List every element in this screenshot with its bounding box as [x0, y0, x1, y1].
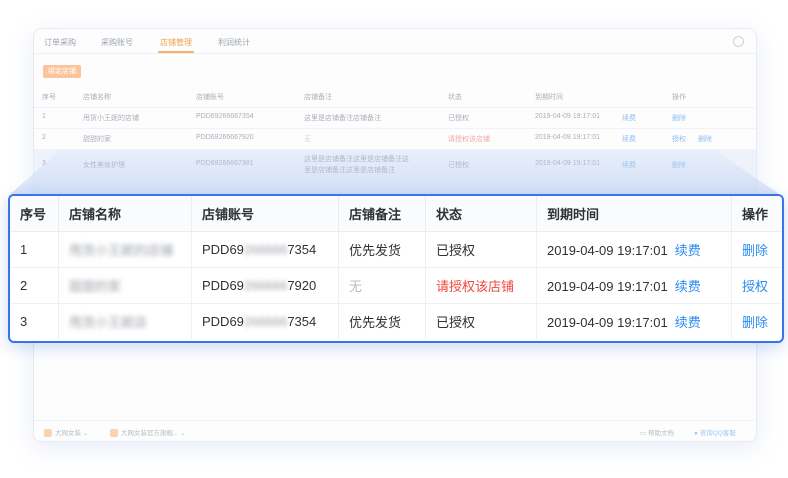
store-logo-icon: [110, 429, 118, 438]
row-no: 1: [42, 113, 46, 120]
active-tab-indicator: [158, 51, 194, 53]
gear-icon[interactable]: [733, 36, 744, 47]
delete-link[interactable]: 删除: [731, 231, 782, 268]
store-note: 优先发货: [338, 303, 426, 339]
row-no: 1: [10, 231, 59, 268]
col-header-status: 状态: [448, 94, 462, 101]
store-note-line2: 里是店铺备注这里是店铺备注: [304, 167, 395, 174]
authorize-link[interactable]: 授权: [672, 134, 686, 144]
col-header-action: 操作: [731, 196, 782, 232]
store-switcher-1[interactable]: 大网女装 ⌄: [44, 427, 88, 438]
status-text: 已授权: [448, 162, 469, 169]
store-account: PDD69266667920: [196, 134, 254, 141]
col-header-action: 操作: [672, 94, 686, 101]
delete-link[interactable]: 删除: [732, 304, 783, 340]
expire-time: 2019-04-09 19:17:01: [535, 160, 600, 167]
col-header-note: 店铺备注: [338, 196, 426, 232]
authorize-link[interactable]: 授权: [731, 267, 782, 304]
table-header-row: 序号 店铺名称 店铺账号 店铺备注 状态 到期时间 操作: [34, 87, 756, 108]
store-name: 女性美妆护理: [83, 162, 125, 169]
tab-order-purchase[interactable]: 订单采购: [44, 37, 76, 48]
table-row: 3 女性美妆护理 PDD69266667381 这里是店铺备注这里是店铺备注这 …: [34, 149, 756, 180]
store-account: PDD692666667354: [191, 303, 339, 339]
col-header-expire: 到期时间: [535, 94, 563, 101]
col-header-status: 状态: [425, 196, 537, 232]
tab-profit-stats[interactable]: 利润统计: [218, 37, 250, 48]
col-header-account: 店铺账号: [196, 94, 224, 101]
expire-time: 2019-04-09 19:17:01: [547, 243, 668, 258]
expire-time: 2019-04-09 19:17:01: [535, 134, 600, 141]
store-name: 甜甜的家: [58, 267, 192, 304]
table-row: 3 甩货小王妮店 PDD692666667354 优先发货 已授权 2019-0…: [10, 303, 783, 340]
expire-time: 2019-04-09 19:17:01: [535, 113, 600, 120]
store-account: PDD692666667354: [191, 231, 339, 268]
status-text: 已授权: [448, 115, 469, 122]
col-header-no: 序号: [42, 94, 56, 101]
expire-cell: 2019-04-09 19:17:01 续费: [536, 231, 732, 268]
status-text: 已授权: [425, 303, 537, 339]
expire-time: 2019-04-09 19:17:01: [547, 315, 668, 330]
store-note: 无: [338, 267, 426, 304]
col-header-no: 序号: [10, 196, 59, 232]
store-logo-icon: [44, 429, 52, 438]
store-note: 优先发货: [338, 231, 426, 268]
status-text[interactable]: 请授权该店铺: [448, 134, 490, 144]
table-row: 1 甩货小王妮的店铺 PDD692666667354 优先发货 已授权 2019…: [10, 231, 782, 268]
bottom-status-bar: 大网女装 ⌄ 大网女装官方旗舰... ⌄ ▭ 帮助文档 ● 咨询QQ客服: [34, 420, 756, 441]
delete-link[interactable]: 删除: [672, 113, 686, 123]
expire-cell: 2019-04-09 19:17:01 续费: [536, 267, 732, 304]
delete-link[interactable]: 删除: [672, 160, 686, 170]
store-note: 这里是店铺备注店铺备注: [304, 115, 381, 122]
renew-link[interactable]: 续费: [675, 279, 701, 294]
bind-store-button[interactable]: 绑定店铺: [43, 65, 81, 78]
row-no: 2: [10, 267, 59, 304]
store-name: 甜甜的家: [83, 136, 111, 143]
store-account: PDD69266667381: [196, 160, 254, 167]
authorize-store-link[interactable]: 请授权该店铺: [425, 267, 537, 304]
table-row: 2 甜甜的家 PDD69266667920 无 请授权该店铺 2019-04-0…: [34, 128, 756, 150]
renew-link[interactable]: 续费: [675, 315, 701, 330]
help-docs-link[interactable]: ▭ 帮助文档: [640, 427, 674, 437]
row-no: 3: [10, 303, 59, 339]
col-header-expire: 到期时间: [536, 196, 732, 232]
store-account: PDD69266667354: [196, 113, 254, 120]
store-note: 这里是店铺备注这里是店铺备注这: [304, 156, 409, 163]
renew-link[interactable]: 续费: [675, 243, 701, 258]
table-header-row: 序号 店铺名称 店铺账号 店铺备注 状态 到期时间 操作: [10, 196, 782, 232]
top-tab-bar: 订单采购 采购账号 店铺管理 利润统计: [34, 29, 756, 54]
row-no: 2: [42, 134, 46, 141]
renew-link[interactable]: 续费: [622, 113, 636, 123]
zoomed-store-table: 序号 店铺名称 店铺账号 店铺备注 状态 到期时间 操作 1 甩货小王妮的店铺 …: [10, 196, 782, 339]
expire-time: 2019-04-09 19:17:01: [547, 279, 668, 294]
tab-store-management[interactable]: 店铺管理: [160, 37, 192, 48]
renew-link[interactable]: 续费: [622, 134, 636, 144]
col-header-note: 店铺备注: [304, 94, 332, 101]
store-name: 甩货小王妮的店铺: [83, 115, 139, 122]
store-switcher-2[interactable]: 大网女装官方旗舰... ⌄: [110, 427, 186, 438]
store-account: PDD692666667920: [191, 267, 339, 304]
table-row: 1 甩货小王妮的店铺 PDD69266667354 这里是店铺备注店铺备注 已授…: [34, 107, 756, 129]
table-row: 2 甜甜的家 PDD692666667920 无 请授权该店铺 2019-04-…: [10, 267, 782, 304]
renew-link[interactable]: 续费: [622, 160, 636, 170]
expire-cell: 2019-04-09 19:17:01 续费: [536, 303, 732, 339]
delete-link[interactable]: 删除: [698, 134, 712, 144]
col-header-account: 店铺账号: [191, 196, 339, 232]
store-name: 甩货小王妮的店铺: [58, 231, 192, 268]
col-header-name: 店铺名称: [83, 94, 111, 101]
store-name: 甩货小王妮店: [58, 303, 192, 339]
tab-purchase-account[interactable]: 采购账号: [101, 37, 133, 48]
status-text: 已授权: [425, 231, 537, 268]
qq-service-link[interactable]: ● 咨询QQ客服: [694, 427, 736, 437]
zoomed-store-table-panel: 序号 店铺名称 店铺账号 店铺备注 状态 到期时间 操作 1 甩货小王妮的店铺 …: [8, 194, 784, 343]
col-header-name: 店铺名称: [58, 196, 192, 232]
store-note: 无: [304, 136, 311, 143]
row-no: 3: [42, 160, 46, 167]
